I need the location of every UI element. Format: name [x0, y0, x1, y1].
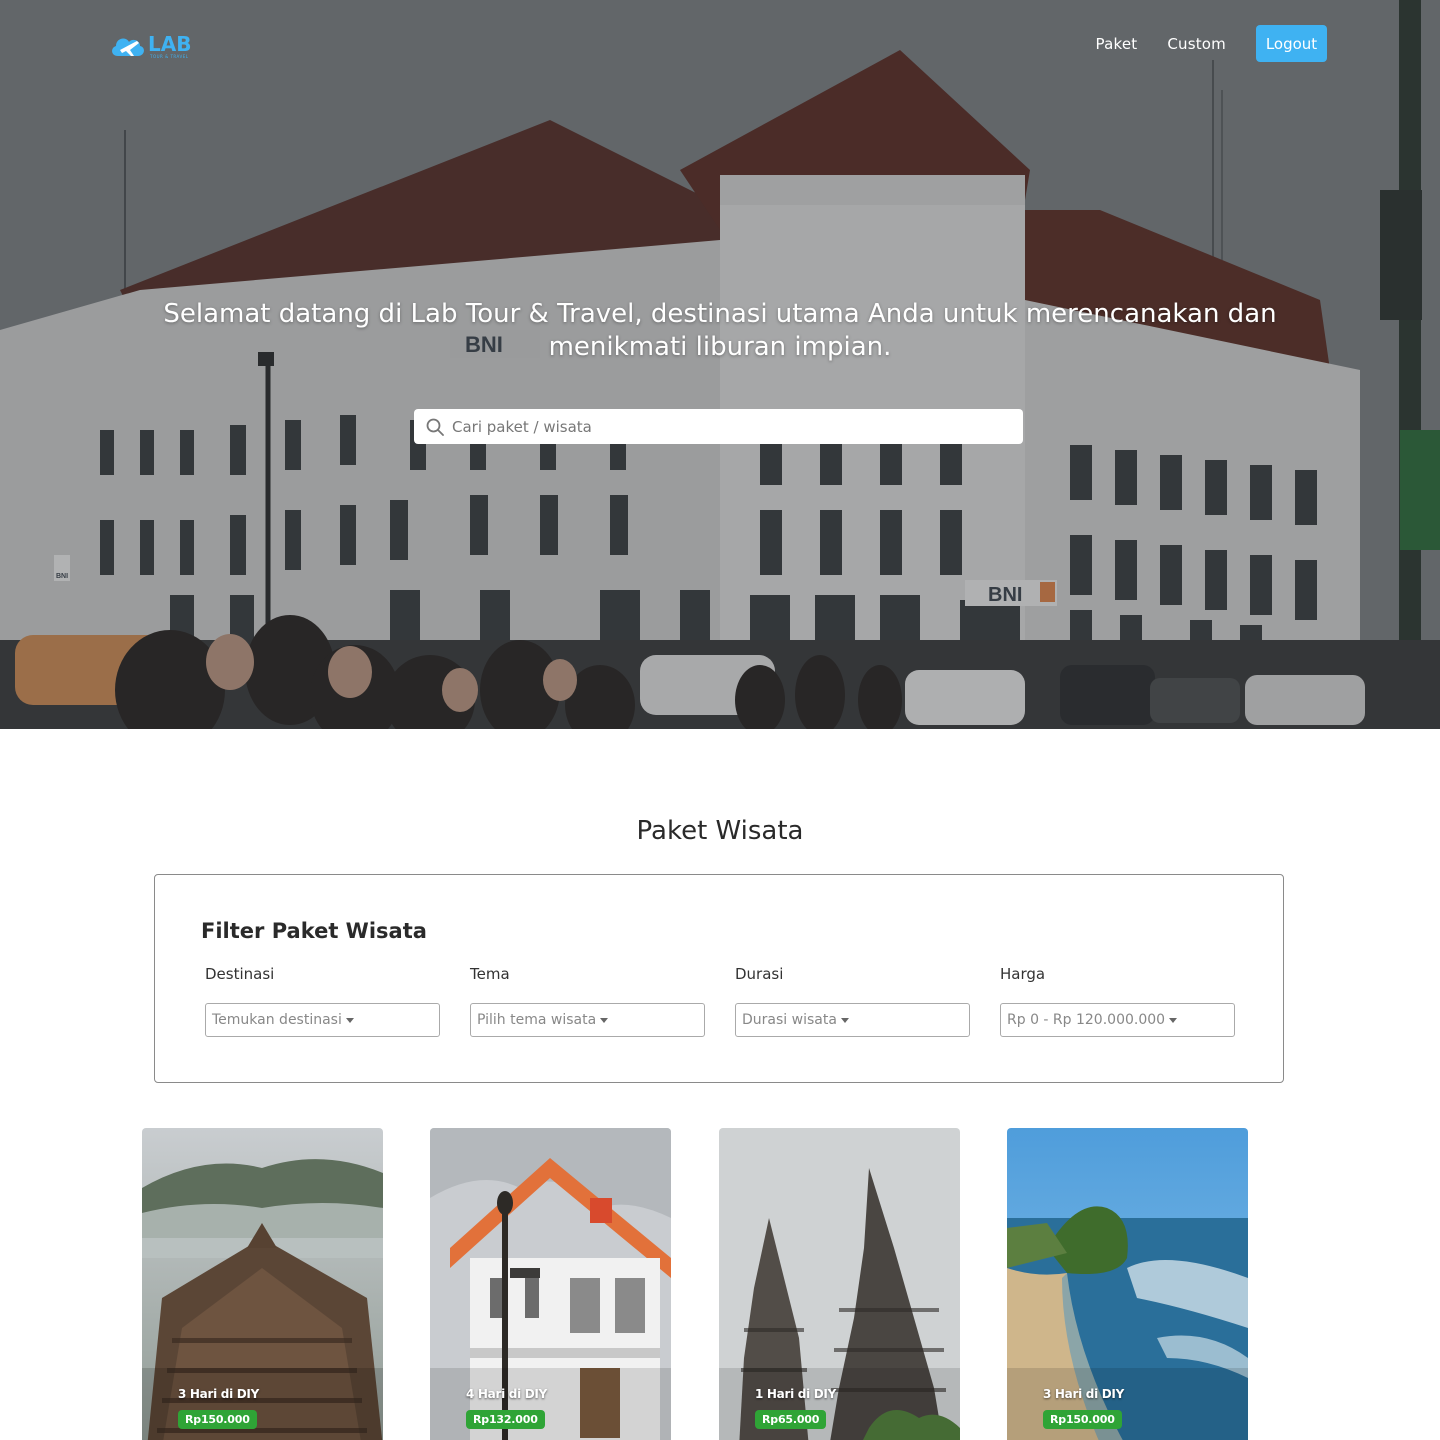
dropdown-value: Rp 0 - Rp 120.000.000: [1007, 1012, 1166, 1028]
package-card[interactable]: 4 Hari di DIY Rp132.000: [430, 1128, 671, 1440]
hero-overlay: [0, 0, 1440, 729]
caret-down-icon: [1169, 1017, 1178, 1023]
filter-harga: Harga Rp 0 - Rp 120.000.000: [1000, 965, 1235, 1037]
package-card[interactable]: 1 Hari di DIY Rp65.000: [719, 1128, 960, 1440]
logout-button[interactable]: Logout: [1256, 25, 1327, 62]
filter-label: Tema: [470, 965, 510, 983]
brand-logo[interactable]: LAB TOUR & TRAVEL: [110, 30, 200, 64]
filter-durasi: Durasi Durasi wisata: [735, 965, 970, 1037]
destinasi-dropdown[interactable]: Temukan destinasi: [205, 1003, 440, 1037]
durasi-dropdown[interactable]: Durasi wisata: [735, 1003, 970, 1037]
caret-down-icon: [345, 1017, 354, 1023]
price-badge: Rp65.000: [755, 1410, 827, 1429]
filter-panel: Filter Paket Wisata Destinasi Temukan de…: [154, 874, 1284, 1083]
dropdown-value: Durasi wisata: [742, 1012, 837, 1028]
tema-dropdown[interactable]: Pilih tema wisata: [470, 1003, 705, 1037]
filter-heading: Filter Paket Wisata: [201, 919, 427, 943]
package-card[interactable]: 3 Hari di DIY Rp150.000: [142, 1128, 383, 1440]
brand-name: LAB: [148, 32, 192, 56]
main-nav: Paket Custom Logout: [1096, 25, 1327, 62]
plane-icon: [112, 38, 144, 56]
filter-label: Durasi: [735, 965, 784, 983]
search-input[interactable]: [452, 409, 1012, 444]
package-title: 1 Hari di DIY: [755, 1387, 836, 1401]
filter-label: Destinasi: [205, 965, 275, 983]
search-bar[interactable]: [414, 409, 1023, 444]
dropdown-value: Temukan destinasi: [212, 1012, 342, 1028]
price-badge: Rp132.000: [466, 1410, 545, 1429]
section-title: Paket Wisata: [636, 816, 804, 846]
harga-dropdown[interactable]: Rp 0 - Rp 120.000.000: [1000, 1003, 1235, 1037]
hero-banner: BNI BNI BNI LAB TOUR & TRAVEL Paket Cust…: [0, 0, 1440, 729]
price-badge: Rp150.000: [178, 1410, 257, 1429]
price-badge: Rp150.000: [1043, 1410, 1122, 1429]
package-title: 3 Hari di DIY: [1043, 1387, 1124, 1401]
filter-tema: Tema Pilih tema wisata: [470, 965, 705, 1037]
caret-down-icon: [600, 1017, 609, 1023]
hero-title: Selamat datang di Lab Tour & Travel, des…: [163, 299, 1277, 362]
filter-label: Harga: [1000, 965, 1046, 983]
brand-tagline: TOUR & TRAVEL: [150, 54, 189, 59]
package-card[interactable]: 3 Hari di DIY Rp150.000: [1007, 1128, 1248, 1440]
package-title: 4 Hari di DIY: [466, 1387, 547, 1401]
filter-destinasi: Destinasi Temukan destinasi: [205, 965, 440, 1037]
nav-link-custom[interactable]: Custom: [1167, 35, 1226, 53]
search-icon: [426, 418, 444, 436]
caret-down-icon: [840, 1017, 849, 1023]
package-title: 3 Hari di DIY: [178, 1387, 259, 1401]
nav-link-paket[interactable]: Paket: [1096, 35, 1138, 53]
dropdown-value: Pilih tema wisata: [477, 1012, 597, 1028]
